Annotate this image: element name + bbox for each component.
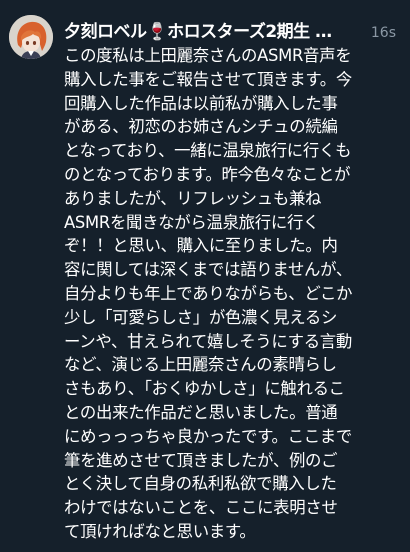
post-text-line: など、演じる上田麗奈さんの素晴らし bbox=[64, 355, 337, 375]
post-text-line: て頂ければなと思います。 bbox=[64, 521, 256, 541]
post-text-line: さもあり、「おくゆかしさ」に触れるこ bbox=[64, 379, 345, 399]
post-text: この度私は上田麗奈さんのASMR音声を 購入した事をご報告させて頂きます。今 回… bbox=[64, 44, 402, 544]
post-text-line: となっており、一緒に温泉旅行に行くも bbox=[64, 141, 352, 161]
post-timestamp[interactable]: 16s bbox=[371, 20, 396, 46]
post-text-line: との出来た作品だと思いました。普通 bbox=[64, 402, 338, 422]
post-text-line: のとなっております。昨今色々なことが bbox=[64, 164, 351, 184]
post-text-line: とく決して自身の私利私欲で購入した bbox=[64, 474, 337, 494]
tweet-post[interactable]: 夕刻ロベル🍷ホロスターズ2期生 … 16s この度私は上田麗奈さんのASMR音声… bbox=[0, 0, 410, 552]
post-text-line: この度私は上田麗奈さんのASMR音声を bbox=[64, 46, 352, 65]
post-text-line: 回購入した作品は以前私が購入した事 bbox=[64, 93, 338, 113]
post-text-line: ぞ！！と思い、購入に至りました。内 bbox=[64, 236, 338, 256]
post-text-line: 筆を進めさせて頂きましたが、例のご bbox=[64, 450, 338, 470]
post-text-line: わけではないことを、ここに表明させ bbox=[64, 498, 338, 518]
user-avatar[interactable] bbox=[9, 15, 53, 59]
post-text-line: ASMRを聞きながら温泉旅行に行く bbox=[64, 212, 320, 232]
post-text-line: 自分よりも年上でありながらも、どこか bbox=[64, 283, 353, 303]
post-text-line: 購入した事をご報告させて頂きます。今 bbox=[64, 69, 352, 89]
post-text-line: ありましたが、リフレッシュも兼ね bbox=[64, 188, 322, 208]
post-text-line: がある、初恋のお姉さんシチュの続編 bbox=[64, 117, 338, 137]
avatar-icon bbox=[9, 15, 53, 59]
display-name[interactable]: 夕刻ロベル🍷ホロスターズ2期生 … bbox=[64, 19, 354, 45]
post-text-line: にめっっっちゃ良かったです。ここまで bbox=[64, 426, 352, 446]
post-text-line: 容に関しては深くまでは語りませんが、 bbox=[64, 260, 352, 280]
post-header: 夕刻ロベル🍷ホロスターズ2期生 … 16s bbox=[64, 19, 400, 45]
post-text-line: ーンや、甘えられて嬉しそうにする言動 bbox=[64, 331, 352, 351]
post-text-line: 少し「可愛らしさ」が色濃く見えるシ bbox=[64, 307, 338, 327]
